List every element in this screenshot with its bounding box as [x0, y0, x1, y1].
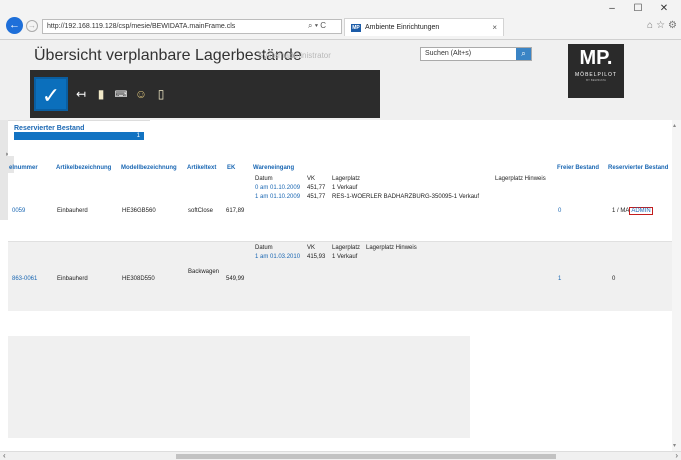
col-ek[interactable]: EK [227, 165, 235, 171]
table-row: 0059 Einbauherd HE36GB560 softClose 617,… [8, 173, 681, 242]
reserviert-prefix: 1 / MA [612, 208, 630, 214]
check-icon[interactable]: ✓ [34, 77, 68, 111]
address-bar[interactable]: http://192.168.119.128/csp/mesie/BEWIDAT… [42, 19, 342, 34]
address-url: http://192.168.119.128/csp/mesie/BEWIDAT… [47, 23, 236, 30]
sub-header-vk: VK [307, 176, 316, 182]
settings-gear-icon[interactable]: ⚙ [668, 20, 677, 31]
back-icon[interactable]: ↤ [74, 85, 88, 103]
col-wareneingang[interactable]: Wareneingang [253, 165, 294, 171]
sub-header-vk: VK [307, 245, 316, 251]
col-freier-bestand[interactable]: Freier Bestand [557, 165, 599, 171]
scroll-right-icon[interactable]: › [675, 451, 678, 460]
cell-freier-bestand[interactable]: 1 [558, 276, 561, 282]
browser-right-icons: ⌂ ☆ ⚙ [647, 20, 677, 31]
scrollbar-thumb[interactable] [176, 454, 556, 459]
detail-area-right [470, 336, 681, 438]
cell-artikelnummer[interactable]: 863-0061 [12, 276, 37, 282]
sub-header-lagerplatz: Lagerplatz [332, 176, 361, 182]
user-check-icon[interactable]: ☺ [134, 85, 148, 103]
cell-reserviert: 0 [612, 276, 616, 282]
keyboard-icon[interactable]: ⌨ [114, 85, 128, 103]
sub-header-hinweis: Lagerplatz Hinweis [366, 245, 417, 251]
sub-header-datum: Datum [255, 176, 273, 182]
reserve-panel-value[interactable]: 1 [14, 132, 144, 140]
detail-area [8, 336, 470, 438]
entry-datum[interactable]: 0 am 01.10.2009 [255, 185, 300, 191]
sub-header-lagerplatz: Lagerplatz [332, 245, 361, 251]
horizontal-scrollbar[interactable]: ‹ › [0, 451, 681, 460]
cell-bezeichnung: Einbauherd [57, 208, 88, 214]
tab-close-icon[interactable]: × [492, 23, 497, 32]
moebelpilot-logo: MP. MÖBELPILOT BY BEWIDATA [568, 44, 624, 98]
sub-header-datum: Datum [255, 245, 273, 251]
document-icon[interactable]: ▮ [94, 85, 108, 103]
entry-datum[interactable]: 1 am 01.03.2010 [255, 254, 300, 260]
entry-lagerplatz: 1 Verkauf [332, 254, 358, 260]
vertical-scrollbar[interactable]: ▴ ▾ [672, 120, 681, 451]
table-header: elnummer Artikelbezeichnung Modellbezeic… [0, 163, 681, 173]
browser-tab[interactable]: MP Ambiente Einrichtungen × [344, 18, 504, 36]
cell-ek: 617,89 [226, 208, 245, 214]
close-window-button[interactable]: ✕ [651, 2, 677, 16]
cell-artikeltext: softClose [188, 208, 214, 214]
tab-label: Ambiente Einrichtungen [365, 24, 440, 31]
cell-reserviert: 1 / MA ADMIN [612, 207, 653, 215]
forward-arrow-icon[interactable]: → [26, 20, 38, 32]
favicon-icon: MP [351, 23, 361, 32]
entry-vk: 415,93 [307, 254, 326, 260]
table-row: 863-0061 Einbauherd HE308D550 Backwagen … [8, 242, 681, 311]
cell-modell: HE36GB560 [122, 208, 156, 214]
maximize-button[interactable]: ☐ [625, 2, 651, 16]
document-arrow-icon[interactable]: ▯ [154, 85, 168, 103]
cell-artikeltext: Backwagen [188, 269, 220, 275]
current-user: Systemadministrator [258, 51, 331, 60]
col-reservierter-bestand[interactable]: Reservierter Bestand [608, 165, 668, 171]
entry-datum[interactable]: 1 am 01.10.2009 [255, 194, 300, 200]
col-artikeltext[interactable]: Artikeltext [187, 165, 216, 171]
scroll-left-icon[interactable]: ‹ [3, 451, 6, 460]
address-controls[interactable]: ⌕ ▾ C [308, 21, 326, 31]
col-artikelnummer[interactable]: elnummer [9, 165, 38, 171]
cell-freier-bestand[interactable]: 0 [558, 208, 561, 214]
search-icon[interactable]: ⌕ [516, 48, 531, 60]
reserve-panel-title: Reservierter Bestand [14, 125, 85, 132]
reserved-by-admin-link[interactable]: ADMIN [629, 207, 653, 215]
entry-lagerplatz: RES-1-WOERLER BADHARZBURG-350095-1 Verka… [332, 194, 480, 200]
toolbar: ✓ ↤ ▮ ⌨ ☺ ▯ [34, 72, 384, 116]
cell-ek: 549,99 [226, 276, 245, 282]
back-arrow-icon[interactable]: ← [6, 17, 23, 34]
browser-chrome: – ☐ ✕ ← → http://192.168.119.128/csp/mes… [0, 0, 681, 40]
cell-bezeichnung: Einbauherd [57, 276, 88, 282]
cell-modell: HE308D550 [122, 276, 155, 282]
star-icon[interactable]: ☆ [656, 20, 665, 31]
sub-header-hinweis: Lagerplatz Hinweis [495, 176, 546, 182]
col-modellbezeichnung[interactable]: Modellbezeichnung [121, 165, 177, 171]
cell-artikelnummer[interactable]: 0059 [12, 208, 25, 214]
minimize-button[interactable]: – [599, 2, 625, 16]
scroll-up-icon[interactable]: ▴ [673, 122, 676, 129]
col-artikelbezeichnung[interactable]: Artikelbezeichnung [56, 165, 111, 171]
entry-lagerplatz: 1 Verkauf [332, 185, 358, 191]
scroll-down-icon[interactable]: ▾ [673, 442, 676, 449]
entry-vk: 451,77 [307, 185, 326, 191]
window-controls: – ☐ ✕ [599, 2, 677, 16]
home-icon[interactable]: ⌂ [647, 20, 653, 31]
entry-vk: 451,77 [307, 194, 326, 200]
